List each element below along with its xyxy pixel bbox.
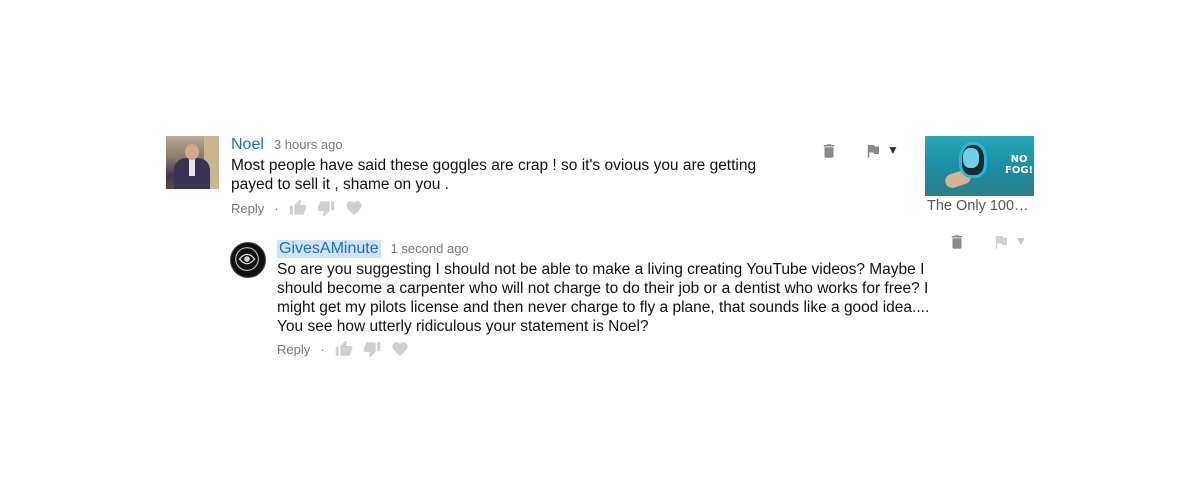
comment-text-line: payed to sell it , shame on you . [231,176,449,193]
comment-author[interactable]: GivesAMinute [277,240,381,258]
flag-icon[interactable] [992,233,1010,251]
comment-actions: Reply · [231,199,363,217]
comment-text-line: So are you suggesting I should not be ab… [277,261,925,278]
avatar-emblem [235,247,259,271]
reply-button[interactable]: Reply [277,342,310,357]
heart-icon[interactable] [391,340,409,358]
comment-text-line: Most people have said these goggles are … [231,157,757,174]
trash-icon[interactable] [948,233,966,251]
thumbs-down-icon[interactable] [317,199,335,217]
avatar[interactable] [166,136,219,189]
thumbnail-text: NO FOG! [1005,154,1033,176]
thumbs-down-icon[interactable] [363,340,381,358]
comment-text-line: might get my pilots license and then nev… [277,299,930,316]
comment-timestamp[interactable]: 3 hours ago [274,137,343,152]
thumbs-up-icon[interactable] [335,340,353,358]
comment-text: Most people have said these goggles are … [231,156,756,194]
thumbnail-face [963,148,979,168]
comment-author[interactable]: Noel [231,136,264,154]
video-title[interactable]: The Only 100% ... [927,198,1035,214]
comment-text-line: should become a carpenter who will not c… [277,280,929,297]
video-thumbnail[interactable]: NO FOG! [925,136,1034,196]
reply-button[interactable]: Reply [231,201,264,216]
comment-text-line: You see how utterly ridiculous your stat… [277,318,649,335]
separator-dot: · [320,341,325,357]
avatar-shirt [189,158,195,176]
comment-text: So are you suggesting I should not be ab… [277,260,929,336]
avatar[interactable] [230,242,266,278]
comment-header: Noel 3 hours ago [231,136,343,154]
chevron-down-icon[interactable]: ▼ [887,143,899,157]
heart-icon[interactable] [345,199,363,217]
trash-icon[interactable] [820,142,838,160]
comment-timestamp[interactable]: 1 second ago [391,241,469,256]
separator-dot: · [274,200,279,216]
comment-header: GivesAMinute 1 second ago [277,240,469,258]
thumbnail-text-line: NO [1010,154,1028,165]
thumbs-up-icon[interactable] [289,199,307,217]
chevron-down-icon[interactable]: ▼ [1015,234,1027,248]
flag-icon[interactable] [864,142,882,160]
comment-actions: Reply · [277,340,409,358]
thumbnail-text-line: FOG! [1005,165,1034,176]
avatar-face [185,144,199,160]
